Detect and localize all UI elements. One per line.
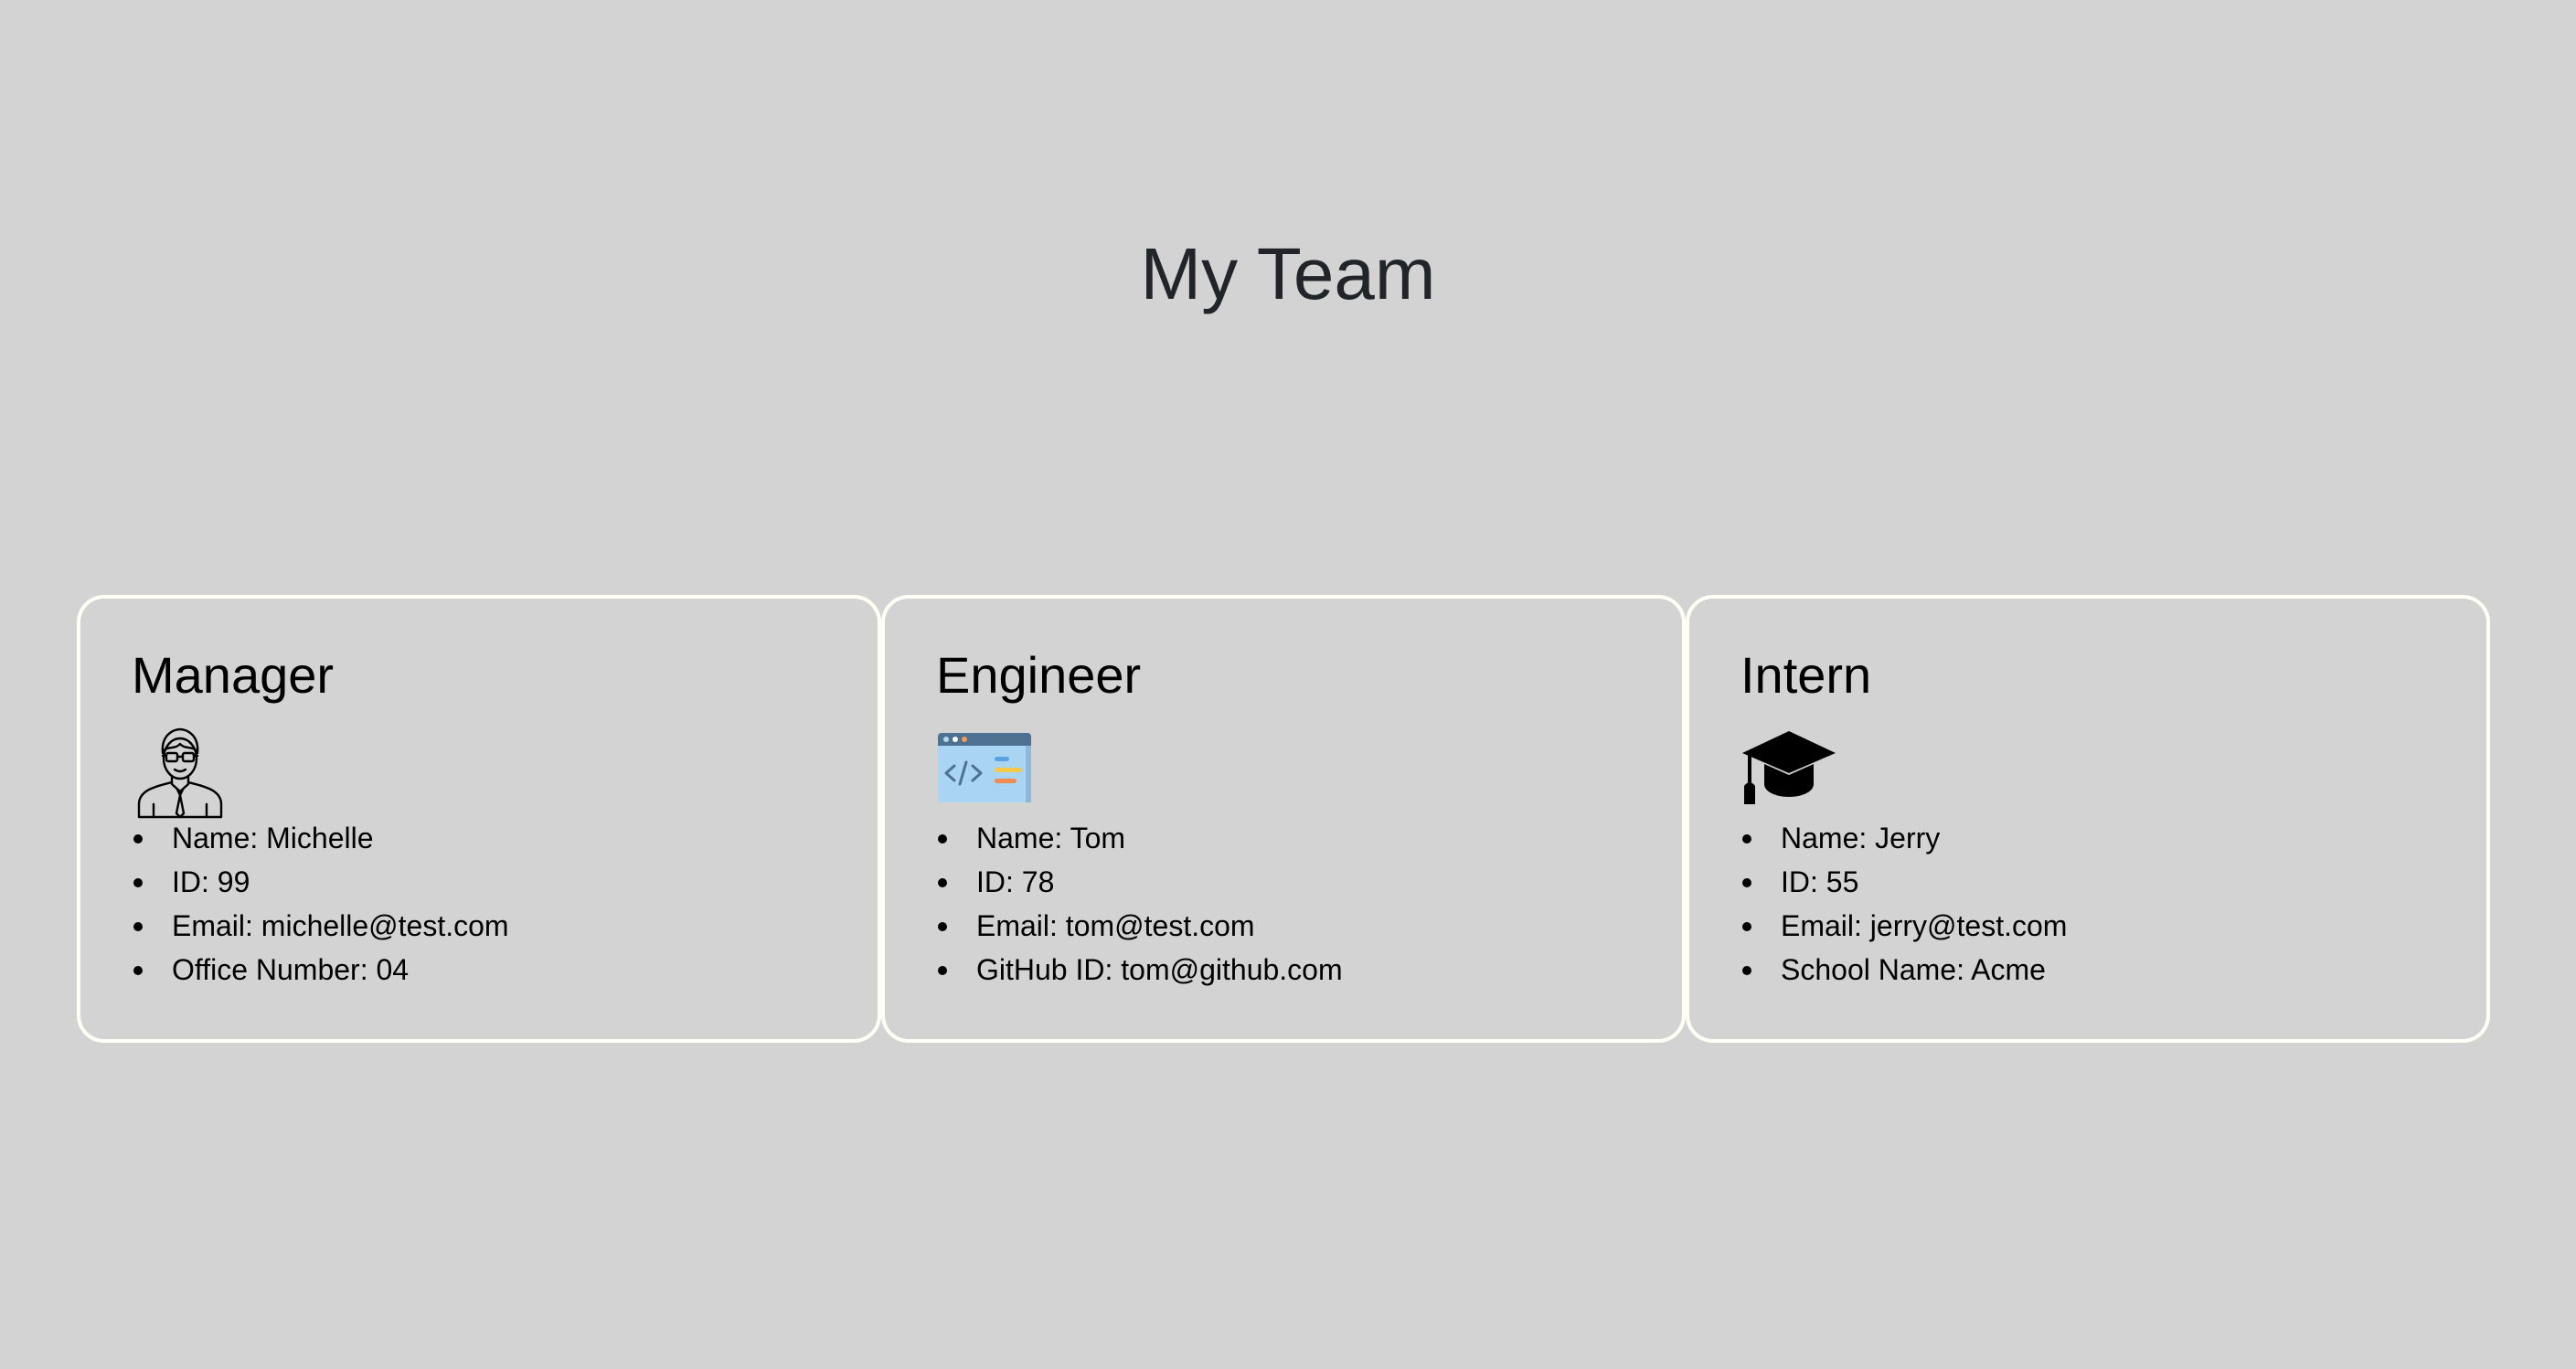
info-list: Name: Jerry ID: 55 Email: jerry@test.com… bbox=[1740, 816, 2067, 992]
list-item: Office Number: 04 bbox=[133, 948, 509, 992]
list-item: Name: Jerry bbox=[1741, 816, 2067, 860]
card-title: Manager bbox=[132, 646, 335, 704]
card-title: Intern bbox=[1740, 646, 1872, 704]
manager-avatar-icon bbox=[132, 722, 229, 819]
list-item: ID: 99 bbox=[133, 860, 509, 904]
intern-card: Intern Name: Jerry ID: 55 Email: jerry@t… bbox=[1686, 595, 2490, 1043]
info-list: Name: Tom ID: 78 Email: tom@test.com Git… bbox=[936, 816, 1343, 992]
info-list: Name: Michelle ID: 99 Email: michelle@te… bbox=[132, 816, 509, 992]
list-item: School Name: Acme bbox=[1741, 948, 2067, 992]
graduation-cap-icon bbox=[1740, 722, 1837, 819]
manager-card: Manager Name: Michelle ID: 99 Email: mic… bbox=[77, 595, 881, 1043]
list-item: GitHub ID: tom@github.com bbox=[938, 948, 1343, 992]
page-title: My Team bbox=[1140, 233, 1436, 314]
list-item: Email: jerry@test.com bbox=[1741, 904, 2067, 948]
list-item: ID: 55 bbox=[1741, 860, 2067, 904]
list-item: ID: 78 bbox=[938, 860, 1343, 904]
list-item: Email: tom@test.com bbox=[938, 904, 1343, 948]
list-item: Name: Tom bbox=[938, 816, 1343, 860]
engineer-card: Engineer Name: Tom ID: 78 Email: tom@tes… bbox=[881, 595, 1686, 1043]
code-window-icon bbox=[936, 722, 1033, 819]
list-item: Name: Michelle bbox=[133, 816, 509, 860]
team-cards: Manager Name: Michelle ID: 99 Email: mic… bbox=[77, 595, 2490, 1043]
card-title: Engineer bbox=[936, 646, 1142, 704]
page: My Team Manager Name: Michelle ID: 99 Em… bbox=[0, 0, 2576, 1369]
list-item: Email: michelle@test.com bbox=[133, 904, 509, 948]
